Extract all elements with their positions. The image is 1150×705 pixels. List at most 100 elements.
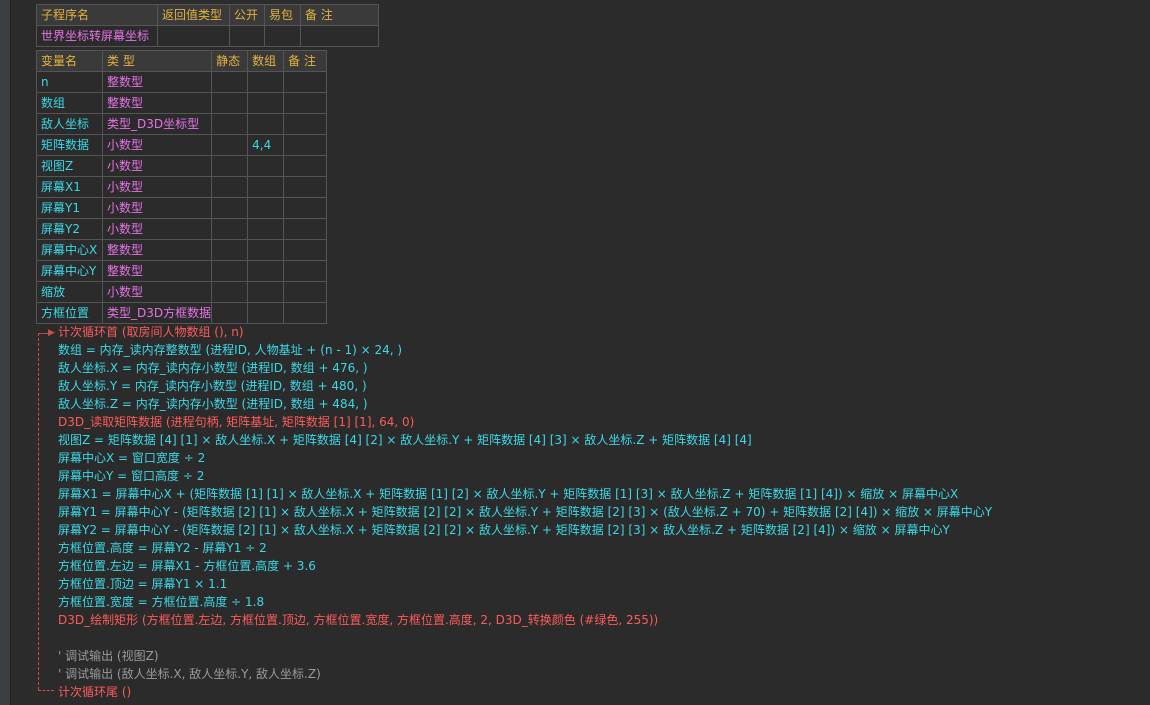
var-static-cell[interactable] [211, 113, 249, 135]
var-type-cell[interactable]: 小数型 [101, 134, 213, 156]
code-line[interactable]: 数组 = 内存_读内存整数型 (进程ID, 人物基址 + (n - 1) × 2… [36, 341, 1136, 359]
var-remark-cell[interactable] [283, 176, 328, 198]
var-type-cell[interactable]: 类型_D3D坐标型 [101, 113, 213, 135]
var-name-cell[interactable]: 屏幕Y2 [36, 218, 103, 240]
var-array-cell[interactable] [247, 113, 285, 135]
code-line[interactable]: 敌人坐标.Z = 内存_读内存小数型 (进程ID, 数组 + 484, ) [36, 395, 1136, 413]
var-static-cell[interactable] [211, 260, 249, 282]
code-editor[interactable]: 计次循环首 (取房间人物数组 (), n) 数组 = 内存_读内存整数型 (进程I… [36, 323, 1136, 701]
var-name-cell[interactable]: 矩阵数据 [36, 134, 103, 156]
var-remark-cell[interactable] [283, 134, 328, 156]
code-line[interactable] [36, 629, 1136, 647]
var-static-cell[interactable] [211, 92, 249, 114]
var-static-cell[interactable] [211, 218, 249, 240]
var-array-cell[interactable] [247, 281, 285, 303]
code-line[interactable]: 敌人坐标.X = 内存_读内存小数型 (进程ID, 数组 + 476, ) [36, 359, 1136, 377]
variable-row[interactable]: 屏幕Y2 小数型 [36, 218, 328, 240]
var-remark-cell[interactable] [283, 260, 328, 282]
code-line[interactable]: 敌人坐标.Y = 内存_读内存小数型 (进程ID, 数组 + 480, ) [36, 377, 1136, 395]
var-type-cell[interactable]: 小数型 [101, 197, 213, 219]
remark-cell[interactable] [300, 25, 379, 47]
variable-row[interactable]: 敌人坐标 类型_D3D坐标型 [36, 113, 328, 135]
var-array-cell[interactable] [247, 176, 285, 198]
var-static-cell[interactable] [211, 197, 249, 219]
var-array-cell[interactable] [247, 218, 285, 240]
code-line[interactable]: 计次循环首 (取房间人物数组 (), n) [36, 323, 1136, 341]
var-remark-cell[interactable] [283, 218, 328, 240]
code-line[interactable]: 方框位置.顶边 = 屏幕Y1 × 1.1 [36, 575, 1136, 593]
code-line[interactable]: D3D_读取矩阵数据 (进程句柄, 矩阵基址, 矩阵数据 [1] [1], 64… [36, 413, 1136, 431]
code-line[interactable]: 屏幕中心X = 窗口宽度 ÷ 2 [36, 449, 1136, 467]
var-array-cell[interactable]: 4,4 [247, 134, 285, 156]
var-name-cell[interactable]: 数组 [36, 92, 103, 114]
code-line[interactable]: 屏幕X1 = 屏幕中心X + (矩阵数据 [1] [1] × 敌人坐标.X + … [36, 485, 1136, 503]
var-static-cell[interactable] [211, 239, 249, 261]
var-static-cell[interactable] [211, 281, 249, 303]
code-line[interactable]: 方框位置.高度 = 屏幕Y2 - 屏幕Y1 ÷ 2 [36, 539, 1136, 557]
var-name-cell[interactable]: 视图Z [36, 155, 103, 177]
code-line[interactable]: 屏幕Y2 = 屏幕中心Y - (矩阵数据 [2] [1] × 敌人坐标.X + … [36, 521, 1136, 539]
public-cell[interactable] [229, 25, 265, 47]
code-line[interactable]: 视图Z = 矩阵数据 [4] [1] × 敌人坐标.X + 矩阵数据 [4] [… [36, 431, 1136, 449]
variable-row[interactable]: 屏幕中心X 整数型 [36, 239, 328, 261]
var-name-cell[interactable]: 方框位置 [36, 302, 103, 324]
var-static-cell[interactable] [211, 134, 249, 156]
code-line[interactable]: 屏幕中心Y = 窗口高度 ÷ 2 [36, 467, 1136, 485]
var-remark-cell[interactable] [283, 239, 328, 261]
var-name-cell[interactable]: 屏幕中心X [36, 239, 103, 261]
var-remark-cell[interactable] [283, 71, 328, 93]
var-remark-cell[interactable] [283, 197, 328, 219]
variable-row[interactable]: 屏幕中心Y 整数型 [36, 260, 328, 282]
var-static-cell[interactable] [211, 176, 249, 198]
return-type-cell[interactable] [157, 25, 230, 47]
var-type-cell[interactable]: 小数型 [101, 155, 213, 177]
var-remark-cell[interactable] [283, 281, 328, 303]
var-name-cell[interactable]: 屏幕Y1 [36, 197, 103, 219]
variable-row[interactable]: 矩阵数据 小数型 4,4 [36, 134, 328, 156]
code-line[interactable]: ' 调试输出 (视图Z) [36, 647, 1136, 665]
var-array-cell[interactable] [247, 71, 285, 93]
var-name-cell[interactable]: 屏幕X1 [36, 176, 103, 198]
var-remark-cell[interactable] [283, 113, 328, 135]
variable-row[interactable]: 视图Z 小数型 [36, 155, 328, 177]
var-static-cell[interactable] [211, 71, 249, 93]
var-type-cell[interactable]: 小数型 [101, 281, 213, 303]
var-type-cell[interactable]: 小数型 [101, 218, 213, 240]
code-line[interactable]: 计次循环尾 () [36, 683, 1136, 701]
subroutine-row[interactable]: 世界坐标转屏幕坐标 [36, 25, 379, 47]
code-line[interactable]: D3D_绘制矩形 (方框位置.左边, 方框位置.顶边, 方框位置.宽度, 方框位… [36, 611, 1136, 629]
var-array-cell[interactable] [247, 239, 285, 261]
code-line[interactable]: 屏幕Y1 = 屏幕中心Y - (矩阵数据 [2] [1] × 敌人坐标.X + … [36, 503, 1136, 521]
variable-row[interactable]: 数组 整数型 [36, 92, 328, 114]
var-type-cell[interactable]: 整数型 [101, 71, 213, 93]
variable-row[interactable]: n 整数型 [36, 71, 328, 93]
subroutine-name-cell[interactable]: 世界坐标转屏幕坐标 [36, 25, 158, 47]
var-type-cell[interactable]: 小数型 [101, 176, 213, 198]
var-remark-cell[interactable] [283, 92, 328, 114]
var-remark-cell[interactable] [283, 155, 328, 177]
var-static-cell[interactable] [211, 302, 249, 324]
code-line[interactable]: 方框位置.宽度 = 方框位置.高度 ÷ 1.8 [36, 593, 1136, 611]
code-line[interactable]: ' 调试输出 (敌人坐标.X, 敌人坐标.Y, 敌人坐标.Z) [36, 665, 1136, 683]
var-name-cell[interactable]: n [36, 71, 103, 93]
variable-row[interactable]: 屏幕X1 小数型 [36, 176, 328, 198]
easy-package-cell[interactable] [264, 25, 301, 47]
var-name-cell[interactable]: 敌人坐标 [36, 113, 103, 135]
variable-row[interactable]: 缩放 小数型 [36, 281, 328, 303]
var-type-cell[interactable]: 整数型 [101, 92, 213, 114]
var-type-cell[interactable]: 整数型 [101, 260, 213, 282]
var-type-cell[interactable]: 类型_D3D方框数据 [101, 302, 213, 324]
var-array-cell[interactable] [247, 197, 285, 219]
var-remark-cell[interactable] [283, 302, 328, 324]
var-type-cell[interactable]: 整数型 [101, 239, 213, 261]
var-array-cell[interactable] [247, 260, 285, 282]
code-line[interactable]: 方框位置.左边 = 屏幕X1 - 方框位置.高度 + 3.6 [36, 557, 1136, 575]
variable-row[interactable]: 屏幕Y1 小数型 [36, 197, 328, 219]
var-array-cell[interactable] [247, 155, 285, 177]
var-array-cell[interactable] [247, 92, 285, 114]
var-array-cell[interactable] [247, 302, 285, 324]
var-name-cell[interactable]: 屏幕中心Y [36, 260, 103, 282]
var-name-cell[interactable]: 缩放 [36, 281, 103, 303]
var-static-cell[interactable] [211, 155, 249, 177]
variable-row[interactable]: 方框位置 类型_D3D方框数据 [36, 302, 328, 324]
